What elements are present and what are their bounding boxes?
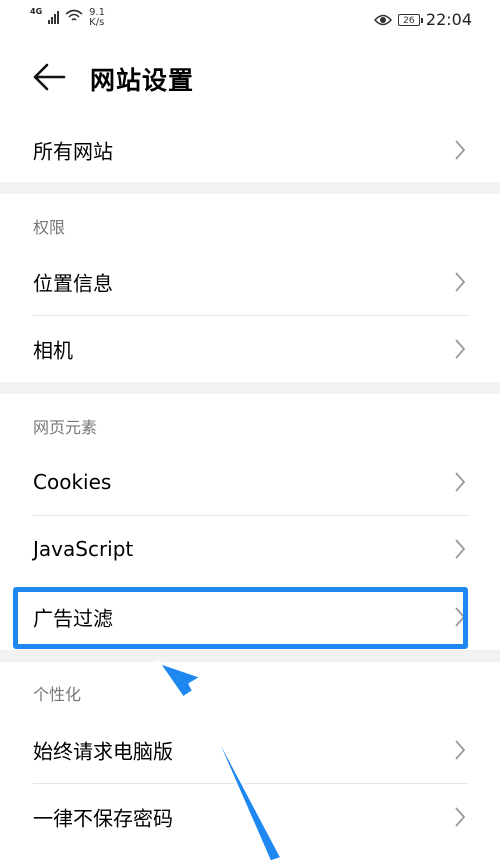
javascript-label: JavaScript: [33, 537, 134, 561]
status-right: 26 22:04: [373, 10, 472, 29]
desktop-version-item[interactable]: 始终请求电脑版: [0, 717, 500, 783]
section-header-permissions: 权限: [33, 218, 66, 237]
clock: 22:04: [425, 10, 472, 29]
location-item[interactable]: 位置信息: [0, 249, 500, 315]
chevron-right-icon: [455, 140, 466, 160]
ad-filter-highlight-box: [13, 587, 468, 649]
chevron-right-icon: [455, 272, 466, 292]
camera-item[interactable]: 相机: [0, 316, 500, 382]
all-sites-item[interactable]: 所有网站: [0, 117, 500, 183]
wifi-icon: [65, 9, 83, 21]
status-bar: 4G 9.1 K/s 26 22:04: [0, 0, 500, 38]
status-left: 4G 9.1 K/s: [30, 8, 105, 28]
never-save-password-label: 一律不保存密码: [33, 806, 173, 831]
never-save-password-item[interactable]: 一律不保存密码: [0, 784, 500, 850]
camera-label: 相机: [33, 338, 73, 363]
section-gap: [0, 650, 500, 662]
back-arrow-icon[interactable]: [32, 62, 66, 92]
chevron-right-icon: [455, 740, 466, 760]
signal-icon: [48, 10, 60, 24]
desktop-version-label: 始终请求电脑版: [33, 739, 173, 764]
speed-unit: K/s: [89, 17, 105, 28]
cookies-label: Cookies: [33, 470, 112, 494]
eye-icon: [373, 14, 392, 25]
chevron-right-icon: [455, 339, 466, 359]
section-gap: [0, 382, 500, 394]
all-sites-label: 所有网站: [33, 139, 113, 164]
section-header-page-elements: 网页元素: [33, 418, 98, 437]
chevron-right-icon: [455, 472, 466, 492]
location-label: 位置信息: [33, 271, 113, 296]
network-speed: 9.1 K/s: [89, 8, 105, 28]
network-type: 4G: [30, 7, 43, 16]
chevron-right-icon: [455, 539, 466, 559]
section-header-personalization: 个性化: [33, 685, 82, 704]
header: 网站设置: [0, 48, 500, 108]
page-title: 网站设置: [90, 66, 195, 95]
section-gap: [0, 182, 500, 194]
battery-icon: 26: [397, 13, 423, 26]
javascript-item[interactable]: JavaScript: [0, 516, 500, 582]
chevron-right-icon: [455, 807, 466, 827]
cookies-item[interactable]: Cookies: [0, 449, 500, 515]
